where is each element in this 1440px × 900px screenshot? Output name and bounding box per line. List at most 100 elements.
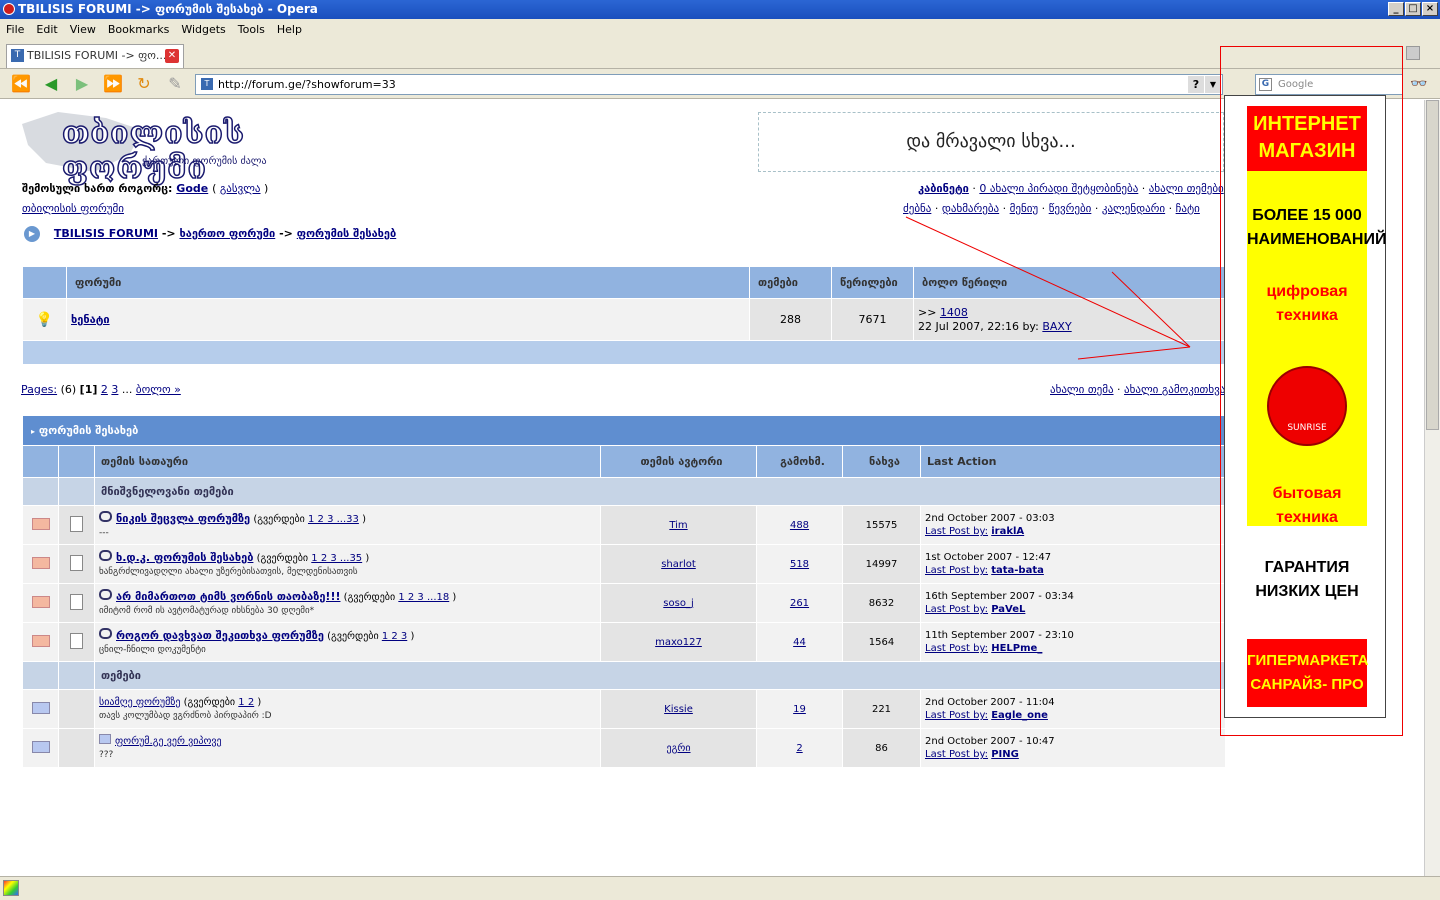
nav-help-link[interactable]: დახმარება	[942, 202, 999, 215]
menu-widgets[interactable]: Widgets	[175, 19, 231, 41]
topic-author-link[interactable]: sharlot	[661, 559, 696, 570]
edit-icon[interactable]: ✎	[164, 73, 186, 95]
topic-views: 221	[842, 689, 921, 729]
last-post-label[interactable]: Last Post by:	[925, 565, 988, 576]
back-icon[interactable]: ◀	[40, 73, 62, 95]
new-poll-link[interactable]: ახალი გამოკითხვა	[1124, 383, 1225, 396]
trash-icon[interactable]	[1406, 46, 1420, 60]
glasses-icon[interactable]: 👓	[1408, 73, 1430, 95]
nav-menu-link[interactable]: მენიუ	[1010, 202, 1039, 215]
breadcrumb-level3[interactable]: ფორუმის შესახებ	[297, 227, 397, 240]
topic-title-link[interactable]: სიამღე ფორუმზე	[99, 697, 180, 708]
close-button[interactable]: ×	[1422, 2, 1438, 16]
tab-close-icon[interactable]: ✕	[165, 49, 179, 63]
site-logo[interactable]: თბილისის ფორუმი ქართული ფორუმის ძალა	[22, 110, 287, 187]
topic-replies-link[interactable]: 44	[793, 637, 806, 648]
topic-title-link[interactable]: ნიკის შეცვლა ფორუმზე	[116, 512, 250, 525]
fast-forward-icon[interactable]: ⏩	[102, 73, 124, 95]
last-post-label[interactable]: Last Post by:	[925, 710, 988, 721]
new-topics-link[interactable]: ახალი თემები	[1149, 182, 1224, 195]
mail-icon	[99, 734, 111, 744]
pagination: Pages: (6) [1] 2 3 ... ბოლო »	[21, 383, 181, 396]
paperclip-icon	[99, 510, 112, 522]
topic-author-link[interactable]: ეგრი	[666, 743, 690, 754]
topic-pages-link[interactable]: 1 2 3 ...33	[308, 514, 359, 525]
header-banner[interactable]: და მრავალი სხვა...	[758, 112, 1224, 172]
new-topic-link[interactable]: ახალი თემა	[1050, 383, 1114, 396]
subforum-link[interactable]: ხენატი	[71, 313, 110, 326]
last-post-user[interactable]: HELPme_	[991, 643, 1042, 654]
topic-pages-link[interactable]: 1 2 3	[382, 631, 407, 642]
last-post-label[interactable]: Last Post by:	[925, 749, 988, 760]
nav-calendar-link[interactable]: კალენდარი	[1102, 202, 1165, 215]
menu-tools[interactable]: Tools	[232, 19, 271, 41]
last-post-user[interactable]: tata-bata	[991, 565, 1044, 576]
last-post-user[interactable]: Eagle_one	[991, 710, 1048, 721]
breadcrumb-root[interactable]: TBILISIS FORUMI	[54, 227, 158, 240]
document-icon	[70, 593, 83, 610]
user-link[interactable]: Gode	[176, 182, 208, 195]
last-post-label[interactable]: Last Post by:	[925, 604, 988, 615]
topic-replies-link[interactable]: 19	[793, 704, 806, 715]
page-last[interactable]: ბოლო »	[136, 383, 181, 396]
pages-close: )	[452, 591, 457, 603]
last-post-label[interactable]: Last Post by:	[925, 526, 988, 537]
page-3[interactable]: 3	[111, 383, 118, 396]
topic-pages-link[interactable]: 1 2 3 ...18	[398, 592, 449, 603]
paperclip-icon	[99, 588, 112, 600]
breadcrumb-level2[interactable]: ხაერთო ფორუმი	[179, 227, 275, 240]
pages-count: (6)	[60, 383, 77, 396]
topic-author-link[interactable]: Kissie	[664, 704, 693, 715]
maximize-button[interactable]: □	[1405, 2, 1421, 16]
last-post-label[interactable]: Last Post by:	[925, 643, 988, 654]
topic-author-link[interactable]: soso_j	[663, 598, 693, 609]
menu-view[interactable]: View	[64, 19, 102, 41]
tab-active[interactable]: T TBILISIS FORUMI -> ფო... ✕	[6, 44, 184, 68]
menu-file[interactable]: File	[0, 19, 30, 41]
nav-members-link[interactable]: წევრები	[1049, 202, 1092, 215]
topic-replies-link[interactable]: 518	[790, 559, 809, 570]
forum-home-link[interactable]: თბილისის ფორუმი	[22, 202, 124, 215]
page-2[interactable]: 2	[101, 383, 108, 396]
topic-author-link[interactable]: maxo127	[655, 637, 702, 648]
topic-views: 1564	[842, 622, 921, 662]
topic-replies-link[interactable]: 261	[790, 598, 809, 609]
logout-link[interactable]: გასვლა	[220, 182, 261, 195]
rewind-icon[interactable]: ⏪	[10, 73, 32, 95]
pages-label: (გვერდები	[256, 552, 309, 564]
last-post-user[interactable]: BAXY	[1042, 320, 1071, 333]
topic-description: ???	[99, 750, 114, 760]
topic-replies-link[interactable]: 488	[790, 520, 809, 531]
pm-link[interactable]: 0 ახალი პირადი შეტყობინება	[979, 182, 1138, 195]
topic-pages-link[interactable]: 1 2	[238, 697, 254, 708]
last-post-user[interactable]: PaVeL	[991, 604, 1025, 615]
forward-icon[interactable]: ▶	[71, 73, 93, 95]
windows-icon[interactable]	[3, 880, 19, 896]
breadcrumb: ▶ TBILISIS FORUMI -> ხაერთო ფორუმი -> ფო…	[24, 226, 396, 242]
topic-pages-link[interactable]: 1 2 3 ...35	[311, 553, 362, 564]
topic-replies-link[interactable]: 2	[796, 743, 802, 754]
last-post-user[interactable]: PING	[991, 749, 1019, 760]
nav-chat-link[interactable]: ჩატი	[1176, 202, 1200, 215]
topic-title-link[interactable]: როგორ დავხვათ შეკითხვა ფორუმზე	[116, 629, 324, 642]
cabinet-link[interactable]: კაბინეტი	[918, 182, 969, 195]
topic-author-link[interactable]: Tim	[669, 520, 687, 531]
scroll-thumb[interactable]	[1426, 100, 1439, 430]
topic-title-link[interactable]: არ მიმართოთ ტიმს ვორნის თაობაზე!!!	[116, 590, 340, 603]
nav-search-link[interactable]: ძებნა	[903, 202, 931, 215]
chevron-down-icon[interactable]: ▼	[1205, 76, 1221, 93]
menu-help[interactable]: Help	[271, 19, 308, 41]
menu-bookmarks[interactable]: Bookmarks	[102, 19, 175, 41]
help-icon[interactable]: ?	[1188, 76, 1204, 93]
minimize-button[interactable]: _	[1388, 2, 1404, 16]
col-title: თემის სათაური	[94, 445, 601, 478]
topic-title-link[interactable]: ხ.დ.კ. ფორუმის შესახებ	[116, 551, 253, 564]
last-post-user[interactable]: iraklA	[991, 526, 1024, 537]
pages-label[interactable]: Pages:	[21, 383, 57, 396]
last-post-link[interactable]: 1408	[940, 306, 968, 319]
vertical-scrollbar[interactable]	[1424, 100, 1440, 876]
menu-edit[interactable]: Edit	[30, 19, 63, 41]
address-bar[interactable]: T http://forum.ge/?showforum=33 ? ▼	[195, 74, 1223, 95]
reload-icon[interactable]: ↻	[133, 73, 155, 95]
topic-title-link[interactable]: ფორუმ.გე ვერ ვიპოვე	[115, 736, 222, 747]
